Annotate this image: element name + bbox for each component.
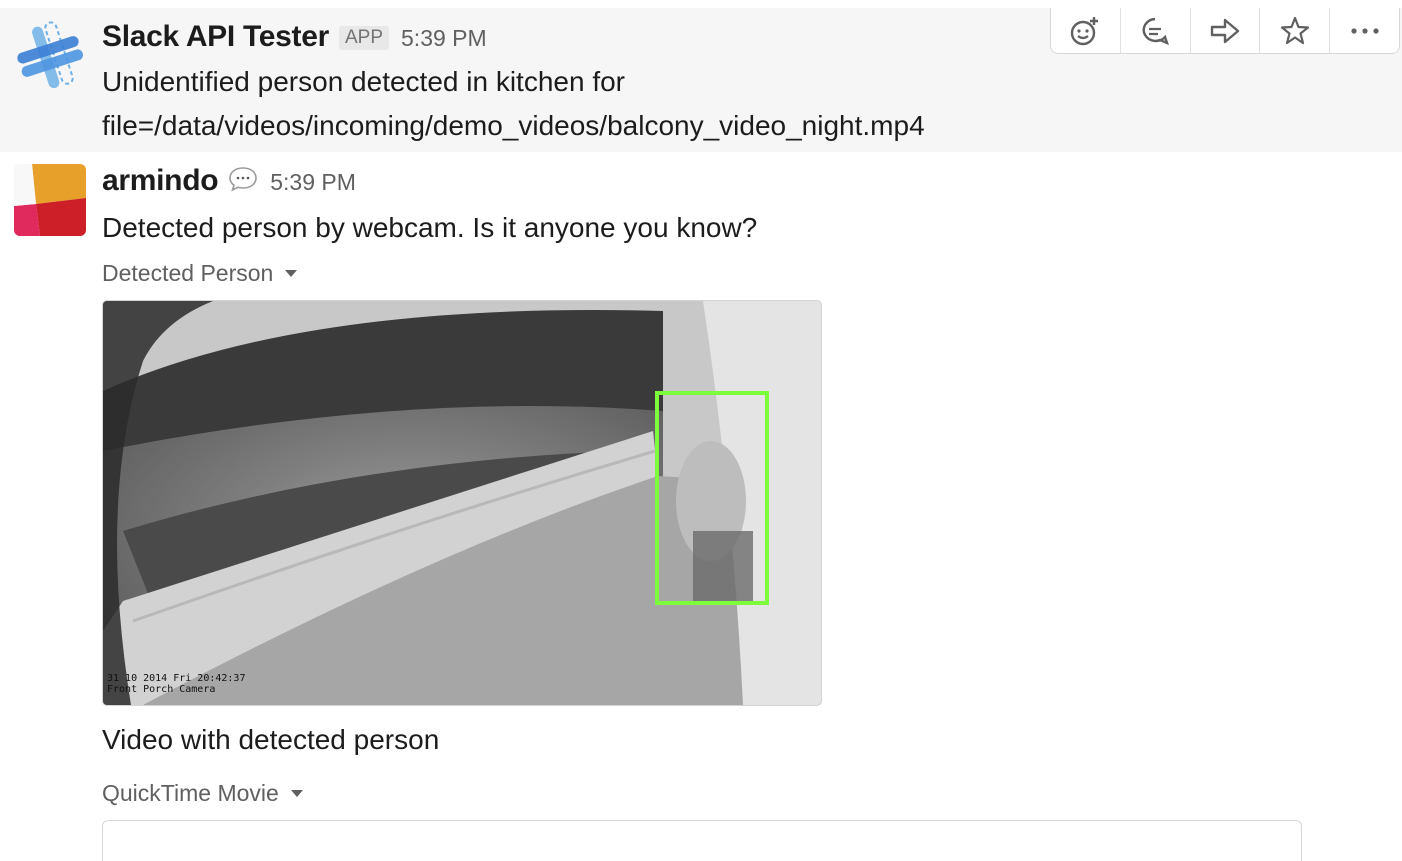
message-slack-api-tester[interactable]: Slack API Tester APP 5:39 PM Unidentifie… (0, 8, 1402, 152)
file-type-toggle[interactable]: QuickTime Movie (102, 780, 303, 807)
message-line: Unidentified person detected in kitchen … (102, 66, 625, 97)
app-avatar[interactable] (14, 20, 86, 92)
star-button[interactable] (1260, 8, 1331, 53)
app-badge: APP (338, 26, 390, 50)
user-avatar[interactable] (14, 164, 86, 236)
camera-frame: 31 10 2014 Fri 20:42:37 Front Porch Came… (103, 301, 821, 705)
more-actions-button[interactable] (1330, 8, 1399, 53)
message-header: Slack API Tester APP 5:39 PM (102, 20, 487, 54)
caret-down-icon (285, 270, 298, 277)
file-type-label: QuickTime Movie (102, 780, 279, 806)
camera-name-overlay: Front Porch Camera (107, 684, 215, 695)
avatar-image (14, 164, 86, 236)
timestamp[interactable]: 5:39 PM (401, 25, 487, 52)
timestamp[interactable]: 5:39 PM (270, 169, 356, 196)
caret-down-icon (290, 790, 303, 797)
detected-person-image[interactable]: 31 10 2014 Fri 20:42:37 Front Porch Came… (102, 300, 822, 706)
message-text: Detected person by webcam. Is it anyone … (102, 212, 758, 243)
add-reaction-button[interactable] (1051, 8, 1121, 53)
speech-balloon-icon (228, 166, 258, 192)
attachment-title: Detected Person (102, 260, 274, 286)
sender-name[interactable]: armindo (102, 164, 219, 198)
attachment-title-toggle[interactable]: Detected Person (102, 260, 298, 287)
message-header: armindo 5:39 PM (102, 164, 356, 198)
star-icon (1280, 16, 1309, 44)
video-file-card[interactable] (102, 820, 1302, 861)
video-caption: Video with detected person (102, 724, 440, 755)
add-reaction-icon (1071, 16, 1099, 45)
start-thread-button[interactable] (1121, 8, 1191, 53)
timestamp-overlay: 31 10 2014 Fri 20:42:37 (107, 673, 245, 684)
share-message-button[interactable] (1191, 8, 1261, 53)
more-actions-icon (1350, 27, 1379, 34)
message-text: Unidentified person detected in kitchen … (102, 60, 925, 148)
start-thread-icon (1142, 17, 1170, 45)
share-message-icon (1210, 18, 1240, 43)
message-actions-toolbar (1050, 8, 1400, 54)
sender-name[interactable]: Slack API Tester (102, 20, 329, 54)
message-line: file=/data/videos/incoming/demo_videos/b… (102, 110, 925, 141)
slack-logo-icon (17, 21, 84, 89)
message-armindo[interactable]: armindo 5:39 PM Detected person by webca… (0, 152, 1402, 861)
